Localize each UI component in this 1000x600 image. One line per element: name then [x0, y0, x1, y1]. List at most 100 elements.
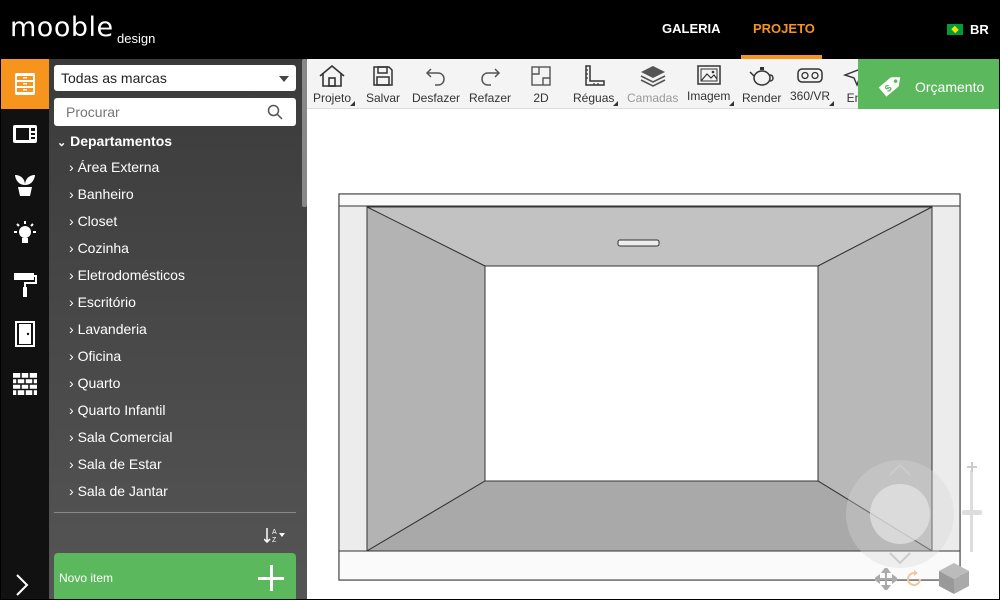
brand-select[interactable]: Todas as marcas [54, 65, 296, 91]
department-item[interactable]: › Sala de Estar [69, 455, 289, 482]
rotate-icon[interactable] [905, 570, 923, 588]
tool-salvar[interactable]: Salvar [366, 59, 401, 108]
plan-2d-icon [531, 66, 551, 86]
tool-label: Salvar [366, 91, 401, 105]
rail-item-lighting[interactable] [0, 209, 49, 259]
tool-projeto[interactable]: Projeto [313, 59, 356, 108]
sort-az-icon: AZ [263, 528, 285, 544]
3d-viewport[interactable] [307, 109, 999, 599]
rail-item-paint[interactable] [0, 259, 49, 309]
divider [54, 512, 296, 513]
project-toolbar: Projeto Salvar Desfazer Refazer 2D Régua… [307, 59, 858, 109]
orbit-control[interactable] [845, 459, 955, 569]
tool-label: Render [742, 91, 782, 105]
department-item[interactable]: › Quarto Infantil [69, 401, 289, 428]
send-icon [843, 69, 858, 87]
department-item[interactable]: › Sala de Jantar [69, 482, 289, 509]
redo-icon [481, 68, 501, 86]
departments-header[interactable]: ⌄ Departamentos [57, 133, 172, 149]
chevron-down-icon: ⌄ [57, 137, 67, 149]
department-item[interactable]: › Lavanderia [69, 320, 289, 347]
chevron-right-icon[interactable] [14, 574, 30, 596]
layers-icon [640, 66, 666, 87]
microwave-icon [12, 125, 37, 143]
rail-item-furniture[interactable] [0, 59, 49, 109]
tool-label: 360/VR [790, 89, 831, 103]
nav-galeria[interactable]: GALERIA [662, 21, 721, 36]
top-bar: mooble design GALERIA PROJETO BR [0, 0, 1000, 59]
logo-subtitle: design [117, 31, 156, 46]
zoom-slider-thumb[interactable] [962, 510, 982, 515]
language-selector[interactable]: BR [947, 22, 989, 37]
floppy-icon [373, 66, 393, 86]
teapot-icon [749, 67, 774, 86]
tool-desfazer[interactable]: Desfazer [412, 59, 460, 108]
tool-label: Imagem [687, 89, 731, 103]
ruler-icon [584, 65, 605, 86]
lamp-icon [13, 221, 36, 243]
pan-icon[interactable] [875, 568, 897, 590]
tool-imagem[interactable]: Imagem [687, 59, 735, 108]
paint-roller-icon [13, 273, 37, 297]
undo-icon [425, 68, 445, 86]
department-item[interactable]: › Oficina [69, 347, 289, 374]
rail-item-walls[interactable] [0, 359, 49, 409]
menu-indicator [613, 101, 619, 106]
tool-refazer[interactable]: Refazer [469, 59, 512, 108]
new-item-button[interactable]: Novo item [54, 553, 296, 600]
department-list: › Área Externa › Banheiro › Closet › Coz… [69, 158, 289, 509]
menu-indicator [350, 101, 356, 106]
sort-button[interactable]: AZ [263, 527, 286, 546]
tool-label: Refazer [469, 91, 512, 105]
brazil-flag-icon [947, 24, 963, 35]
tool-label: 2D [533, 91, 549, 105]
category-rail [0, 59, 49, 600]
catalog-sidebar: Todas as marcas ⌄ Departamentos › Área E… [49, 59, 307, 600]
tool-label: Réguas [573, 91, 615, 105]
vr-icon [797, 68, 823, 83]
search-icon[interactable] [267, 104, 283, 120]
new-item-label: Novo item [59, 571, 114, 585]
zoom-in-icon[interactable] [966, 461, 978, 473]
tool-label: En [846, 91, 858, 105]
tool-360vr[interactable]: 360/VR [790, 59, 835, 108]
tool-enviar[interactable]: En [843, 59, 858, 108]
search-input[interactable] [54, 98, 296, 126]
cabinet-icon [14, 73, 35, 95]
quote-button[interactable]: $ Orçamento [858, 59, 999, 109]
tool-label: Camadas [627, 91, 679, 105]
department-item[interactable]: › Banheiro [69, 185, 289, 212]
tool-reguas[interactable]: Réguas [573, 59, 619, 108]
svg-text:Z: Z [272, 537, 277, 543]
department-item[interactable]: › Closet [69, 212, 289, 239]
plus-icon [258, 565, 284, 591]
plant-icon [14, 175, 35, 196]
tool-camadas[interactable]: Camadas [627, 59, 679, 108]
department-item[interactable]: › Quarto [69, 374, 289, 401]
department-item[interactable]: › Sala Comercial [69, 428, 289, 455]
departments-title: Departamentos [70, 133, 173, 149]
nav-projeto[interactable]: PROJETO [753, 21, 815, 36]
brand-select-value: Todas as marcas [61, 70, 167, 86]
tool-2d[interactable]: 2D [530, 59, 552, 108]
tool-label: Projeto [313, 91, 352, 105]
cube-view-icon[interactable] [937, 561, 971, 595]
quote-button-label: Orçamento [915, 79, 985, 95]
rail-item-appliances[interactable] [0, 109, 49, 159]
menu-indicator [729, 101, 735, 106]
house-icon [319, 65, 345, 87]
department-item[interactable]: › Cozinha [69, 239, 289, 266]
price-tag-icon: $ [878, 77, 901, 97]
department-item[interactable]: › Área Externa [69, 158, 289, 185]
logo[interactable]: mooble [10, 14, 114, 41]
language-label: BR [970, 22, 989, 37]
rail-item-plants[interactable] [0, 159, 49, 209]
svg-text:A: A [272, 529, 277, 536]
caret-down-icon [279, 76, 289, 82]
menu-indicator [829, 101, 835, 106]
rail-item-doors[interactable] [0, 309, 49, 359]
department-item[interactable]: › Escritório [69, 293, 289, 320]
tool-render[interactable]: Render [742, 59, 782, 108]
brick-wall-icon [12, 373, 37, 395]
department-item[interactable]: › Eletrodomésticos [69, 266, 289, 293]
